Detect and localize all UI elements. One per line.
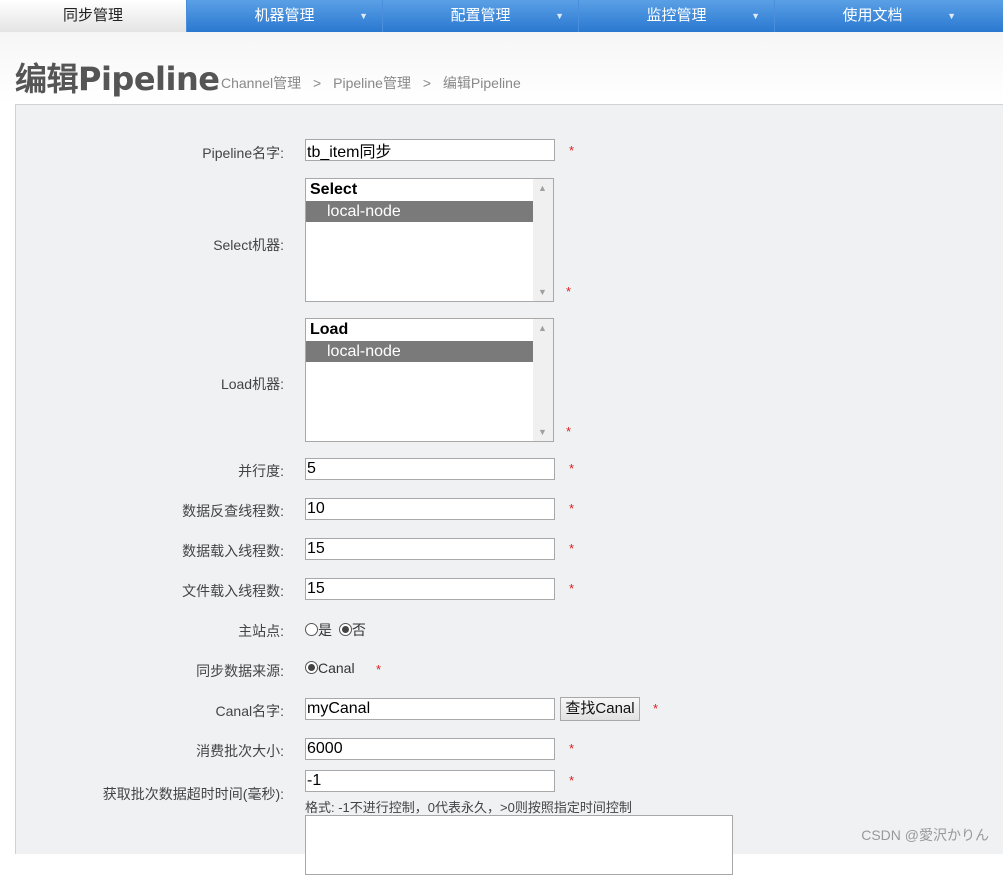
caret-down-icon: ▼ xyxy=(555,11,564,21)
scroll-down-icon[interactable]: ▼ xyxy=(538,427,547,437)
top-nav: 同步管理 机器管理 ▼ 配置管理 ▼ 监控管理 ▼ 使用文档 ▼ xyxy=(0,0,1003,32)
nav-tab-label: 机器管理 xyxy=(254,7,315,24)
select-node-option[interactable]: local-node xyxy=(306,201,533,222)
breadcrumb-separator: > xyxy=(313,75,322,91)
canal-name-label: Canal名字: xyxy=(215,703,284,719)
scroll-up-icon[interactable]: ▲ xyxy=(538,323,547,333)
file-load-threads-label: 文件载入线程数: xyxy=(182,583,284,599)
nav-tab-machines[interactable]: 机器管理 ▼ xyxy=(186,0,382,32)
nav-tab-label: 同步管理 xyxy=(62,7,123,24)
batch-timeout-hint: 格式: -1不进行控制，0代表永久，>0则按照指定时间控制 xyxy=(305,800,632,815)
edit-pipeline-form: Pipeline名字: * Select机器: Select local-nod… xyxy=(15,104,1003,875)
load-node-option[interactable]: local-node xyxy=(306,341,533,362)
breadcrumb-separator: > xyxy=(422,75,432,91)
description-textarea[interactable] xyxy=(305,815,733,875)
required-mark: * xyxy=(653,701,659,716)
parallelism-input[interactable] xyxy=(305,458,555,480)
radio-label-no: 否 xyxy=(351,622,366,638)
nav-tab-sync[interactable]: 同步管理 xyxy=(0,0,186,32)
required-mark: * xyxy=(569,461,575,476)
data-source-radio-group: Canal xyxy=(305,660,355,676)
page-header: 编辑Pipeline Channel管理 > Pipeline管理 > 编辑Pi… xyxy=(0,32,1003,104)
canal-name-input[interactable] xyxy=(305,698,555,720)
data-source-canal-radio[interactable] xyxy=(305,661,318,674)
breadcrumb-pipeline[interactable]: Pipeline管理 xyxy=(333,75,411,91)
required-mark: * xyxy=(566,424,572,439)
nav-tab-label: 使用文档 xyxy=(842,7,903,24)
required-mark: * xyxy=(569,581,575,596)
required-mark: * xyxy=(569,773,575,788)
radio-label-canal: Canal xyxy=(318,660,355,676)
listbox-scrollbar[interactable]: ▲ ▼ xyxy=(533,179,553,301)
required-mark: * xyxy=(569,501,575,516)
radio-label-yes: 是 xyxy=(318,622,332,638)
load-nodes-listbox[interactable]: Load local-node ▲ ▼ xyxy=(305,318,554,442)
nav-tab-label: 配置管理 xyxy=(450,7,511,24)
nav-tab-label: 监控管理 xyxy=(646,7,707,24)
nav-tab-config[interactable]: 配置管理 ▼ xyxy=(382,0,578,32)
required-mark: * xyxy=(569,541,575,556)
main-station-label: 主站点: xyxy=(238,623,284,639)
breadcrumb-current: 编辑Pipeline xyxy=(442,75,521,91)
load-nodes-label: Load机器: xyxy=(220,376,284,392)
batch-timeout-label: 获取批次数据超时时间(毫秒): xyxy=(102,786,284,802)
listbox-scrollbar[interactable]: ▲ ▼ xyxy=(533,319,553,441)
optgroup-label: Select xyxy=(310,181,358,198)
required-mark: * xyxy=(569,741,575,756)
batch-size-label: 消费批次大小: xyxy=(196,743,284,759)
scroll-up-icon[interactable]: ▲ xyxy=(538,183,547,193)
required-mark: * xyxy=(569,143,575,158)
extract-threads-label: 数据反查线程数: xyxy=(182,503,284,519)
load-threads-input[interactable] xyxy=(305,538,555,560)
find-canal-button[interactable]: 查找Canal xyxy=(560,697,640,721)
load-threads-label: 数据载入线程数: xyxy=(182,543,284,559)
scroll-down-icon[interactable]: ▼ xyxy=(538,287,547,297)
caret-down-icon: ▼ xyxy=(947,11,956,21)
main-station-yes-radio[interactable] xyxy=(305,623,318,636)
batch-timeout-input[interactable] xyxy=(305,770,555,792)
data-source-label: 同步数据来源: xyxy=(196,663,284,679)
extract-threads-input[interactable] xyxy=(305,498,555,520)
select-nodes-listbox[interactable]: Select local-node ▲ ▼ xyxy=(305,178,554,302)
batch-size-input[interactable] xyxy=(305,738,555,760)
breadcrumb: Channel管理 > Pipeline管理 > 编辑Pipeline xyxy=(221,73,525,93)
watermark: CSDN @愛沢かりん xyxy=(861,827,989,843)
main-station-no-radio[interactable] xyxy=(338,623,352,636)
caret-down-icon: ▼ xyxy=(359,11,368,21)
optgroup-label: Load xyxy=(310,321,349,338)
nav-tab-docs[interactable]: 使用文档 ▼ xyxy=(774,0,970,32)
main-station-radio-group: 是 否 xyxy=(305,620,366,640)
select-nodes-label: Select机器: xyxy=(213,237,284,253)
parallelism-label: 并行度: xyxy=(238,463,284,479)
required-mark: * xyxy=(566,284,572,299)
required-mark: * xyxy=(376,662,382,677)
pipeline-name-label: Pipeline名字: xyxy=(202,145,284,161)
caret-down-icon: ▼ xyxy=(751,11,760,21)
file-load-threads-input[interactable] xyxy=(305,578,555,600)
breadcrumb-channel[interactable]: Channel管理 xyxy=(221,75,301,91)
page-title: 编辑Pipeline xyxy=(15,60,220,98)
pipeline-name-input[interactable] xyxy=(305,139,555,161)
nav-tab-monitor[interactable]: 监控管理 ▼ xyxy=(578,0,774,32)
